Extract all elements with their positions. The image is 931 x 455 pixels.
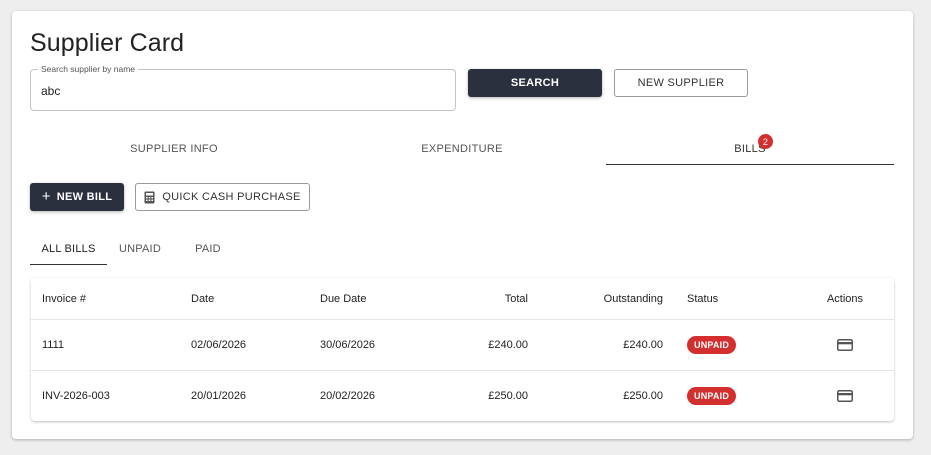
plus-icon: +: [41, 187, 51, 205]
header-total: Total: [504, 292, 528, 305]
bill-date: 02/06/2026: [191, 339, 247, 351]
status-cell: UNPAID: [687, 320, 737, 370]
invoice-number: 1111: [42, 339, 65, 351]
table-row: 1111 02/06/2026 30/06/2026 £240.00 £240.…: [31, 320, 894, 371]
credit-card-icon[interactable]: [837, 339, 853, 351]
header-outstanding: Outstanding: [603, 292, 663, 305]
due-date: 20/02/2026: [320, 390, 376, 402]
header-status: Status: [687, 292, 719, 305]
search-field[interactable]: Search supplier by name: [30, 64, 456, 111]
status-badge: UNPAID: [687, 336, 737, 354]
tab-expenditure-label: EXPENDITURE: [421, 143, 503, 155]
header-date: Date: [191, 292, 215, 305]
bill-date: 20/01/2026: [191, 390, 247, 402]
search-button[interactable]: SEARCH: [468, 69, 602, 97]
new-bill-label: NEW BILL: [56, 191, 113, 203]
filter-all-bills[interactable]: ALL BILLS: [30, 233, 107, 265]
search-field-label: Search supplier by name: [38, 64, 139, 74]
table-header-row: Invoice # Date Due Date Total Outstandin…: [31, 278, 894, 320]
bills-table: Invoice # Date Due Date Total Outstandin…: [31, 278, 894, 421]
status-badge: UNPAID: [687, 387, 737, 405]
page-title: Supplier Card: [30, 29, 185, 57]
search-input[interactable]: [41, 81, 441, 101]
invoice-number: INV-2026-003: [42, 390, 110, 402]
header-due-date: Due Date: [320, 292, 367, 305]
quick-cash-purchase-button[interactable]: QUICK CASH PURCHASE: [135, 183, 310, 211]
outstanding-amount: £250.00: [623, 390, 663, 402]
outstanding-amount: £240.00: [623, 339, 663, 351]
actions-cell: [811, 371, 879, 421]
table-row: INV-2026-003 20/01/2026 20/02/2026 £250.…: [31, 371, 894, 421]
new-bill-button[interactable]: + NEW BILL: [30, 183, 124, 211]
filter-paid[interactable]: PAID: [180, 233, 236, 265]
total-amount: £250.00: [488, 390, 528, 402]
calculator-icon: [144, 191, 155, 203]
tab-bills[interactable]: BILLS 2: [606, 133, 894, 165]
tab-supplier-info[interactable]: SUPPLIER INFO: [30, 133, 318, 165]
status-cell: UNPAID: [687, 371, 737, 421]
actions-cell: [811, 320, 879, 370]
header-invoice: Invoice #: [42, 292, 87, 305]
filter-unpaid[interactable]: UNPAID: [109, 233, 171, 265]
supplier-card: Supplier Card Search supplier by name SE…: [12, 11, 913, 439]
due-date: 30/06/2026: [320, 339, 376, 351]
new-supplier-button[interactable]: NEW SUPPLIER: [614, 69, 748, 97]
header-actions: Actions: [826, 292, 864, 305]
tab-expenditure[interactable]: EXPENDITURE: [318, 133, 606, 165]
total-amount: £240.00: [488, 339, 528, 351]
bills-count-badge: 2: [758, 134, 773, 149]
tab-supplier-info-label: SUPPLIER INFO: [130, 143, 218, 155]
credit-card-icon[interactable]: [837, 390, 853, 402]
quick-cash-purchase-label: QUICK CASH PURCHASE: [162, 191, 301, 203]
